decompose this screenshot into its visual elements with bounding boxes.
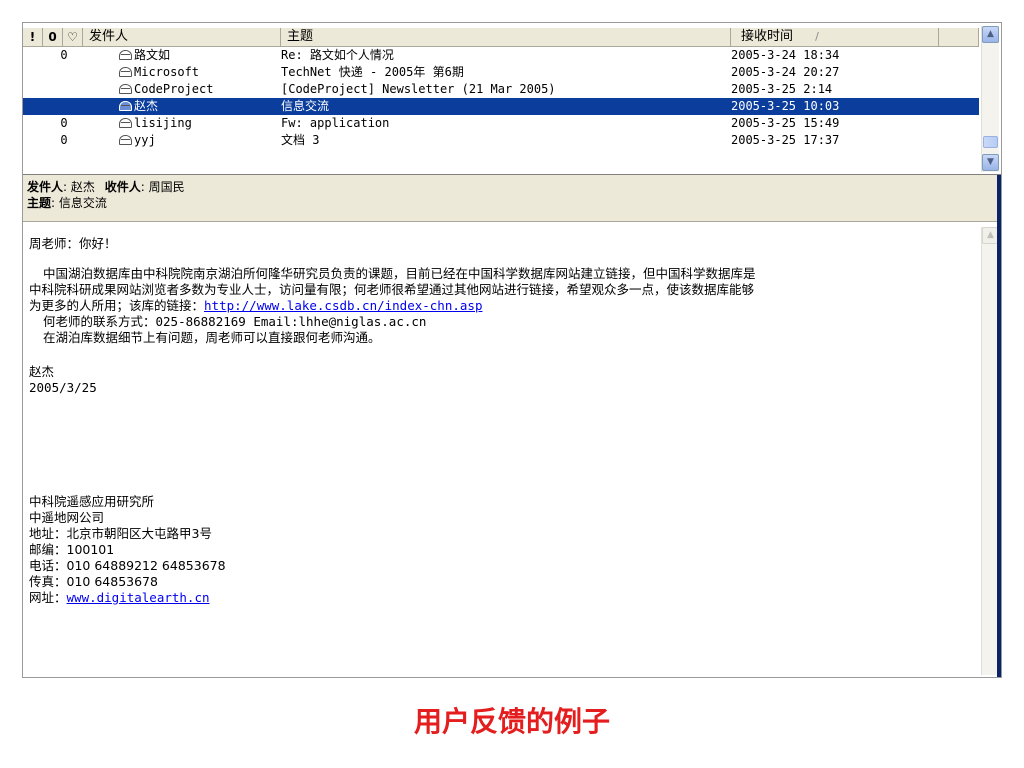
body-greeting: 周老师：你好！: [29, 236, 117, 251]
preview-from-line: 发件人: 赵杰 收件人: 周国民: [27, 179, 997, 195]
lake-database-link[interactable]: http://www.lake.csdb.cn/index-chn.asp: [204, 298, 482, 313]
envelope-read-icon: [119, 84, 132, 94]
flag-icon: ♡: [67, 30, 78, 44]
phone-line: 电话：010 64889212 64853678: [29, 558, 226, 573]
subject-column-header[interactable]: 主题: [281, 28, 731, 46]
envelope-read-icon: [119, 135, 132, 145]
website-label: 网址：: [29, 590, 67, 605]
message-list-header: ! 0 ♡ 发件人 主题 接收时间 /: [23, 27, 979, 47]
body-contact-line: 何老师的联系方式：025-86882169 Email:lhhe@niglas.…: [43, 314, 427, 329]
row-from: lisijing: [119, 115, 279, 132]
envelope-read-icon: [119, 67, 132, 77]
row-date: 2005-3-24 18:34: [731, 48, 840, 62]
message-row-6[interactable]: 0 yyj 文档 3 2005-3-25 17:37: [23, 132, 979, 149]
slide-caption: 用户反馈的例子: [413, 705, 610, 738]
from-sep: :: [63, 180, 68, 194]
received-column-header[interactable]: 接收时间 /: [731, 28, 939, 46]
row-date: 2005-3-24 20:27: [731, 65, 840, 79]
message-list: ! 0 ♡ 发件人 主题 接收时间 / 0 路文如 Re: 路文如个人情况 20…: [23, 23, 1001, 174]
envelope-read-icon: [119, 118, 132, 128]
message-list-scrollbar[interactable]: ▲ ▼: [981, 26, 999, 172]
website-link[interactable]: www.digitalearth.cn: [67, 590, 210, 605]
row-from-text: yyj: [134, 133, 156, 147]
row-attachment-icon: 0: [60, 133, 68, 147]
row-subject: 信息交流: [281, 99, 330, 113]
row-from: CodeProject: [119, 81, 279, 98]
preview-header: 发件人: 赵杰 收件人: 周国民 主题: 信息交流: [23, 174, 1001, 222]
row-from-text: CodeProject: [134, 82, 214, 96]
priority-column-header[interactable]: !: [23, 28, 43, 46]
envelope-read-icon: [119, 50, 132, 60]
row-date: 2005-3-25 10:03: [731, 99, 840, 113]
body-para1-line3: 为更多的人所用；该库的链接：http://www.lake.csdb.cn/in…: [29, 298, 979, 314]
scroll-up-button[interactable]: ▲: [982, 26, 999, 43]
body-note-line: 在湖泊库数据细节上有问题，周老师可以直接跟何老师沟通。: [43, 330, 381, 345]
subject-value: 信息交流: [58, 196, 107, 210]
message-body: 周老师：你好！ 中国湖泊数据库由中科院院南京湖泊所何隆华研究员负责的课题，目前已…: [23, 226, 979, 676]
row-subject: Fw: application: [281, 116, 390, 130]
row-attachment-icon: 0: [60, 116, 68, 130]
sort-indicator-icon: /: [815, 30, 819, 43]
from-label: 发件人: [27, 180, 64, 194]
row-date: 2005-3-25 15:49: [731, 116, 840, 130]
fax-line: 传真：010 64853678: [29, 574, 158, 589]
extra-column-header[interactable]: [939, 28, 979, 46]
website-line: 网址：www.digitalearth.cn: [29, 590, 979, 606]
to-value: 周国民: [148, 180, 185, 194]
row-attachment-icon: 0: [60, 48, 68, 62]
row-from-text: 赵杰: [134, 99, 159, 113]
row-subject: Re: 路文如个人情况: [281, 48, 394, 62]
mail-client-window: ! 0 ♡ 发件人 主题 接收时间 / 0 路文如 Re: 路文如个人情况 20…: [22, 22, 1002, 678]
to-sep: :: [140, 180, 145, 194]
received-header-label: 接收时间: [741, 29, 794, 44]
row-date: 2005-3-25 17:37: [731, 133, 840, 147]
scroll-down-button[interactable]: ▼: [982, 154, 999, 171]
row-subject: 文档 3: [281, 133, 320, 147]
envelope-replied-icon: [119, 101, 132, 111]
row-from: 路文如: [119, 47, 279, 64]
body-para1-line3-text: 为更多的人所用；该库的链接：: [29, 298, 205, 313]
message-row-4-selected[interactable]: 赵杰 信息交流 2005-3-25 10:03: [23, 98, 979, 115]
attachment-column-header[interactable]: 0: [43, 28, 63, 46]
from-header-label: 发件人: [89, 29, 129, 44]
body-para1-line1: 中国湖泊数据库由中科院院南京湖泊所何隆华研究员负责的课题，目前已经在中国科学数据…: [43, 266, 756, 281]
row-subject: TechNet 快递 - 2005年 第6期: [281, 65, 464, 79]
from-value: 赵杰: [70, 180, 95, 194]
row-from: Microsoft: [119, 64, 279, 81]
row-from: yyj: [119, 132, 279, 149]
row-from-text: Microsoft: [134, 65, 200, 79]
subject-sep: :: [51, 196, 56, 210]
flag-column-header[interactable]: ♡: [63, 28, 83, 46]
window-edge-bar: [997, 175, 1001, 677]
signature-date: 2005/3/25: [29, 380, 97, 395]
from-column-header[interactable]: 发件人: [83, 28, 281, 46]
message-row-1[interactable]: 0 路文如 Re: 路文如个人情况 2005-3-24 18:34: [23, 47, 979, 64]
subject-header-label: 主题: [287, 29, 314, 44]
row-from-text: 路文如: [134, 48, 171, 62]
address-line: 地址：北京市朝阳区大屯路甲3号: [29, 526, 212, 541]
row-from: 赵杰: [119, 98, 279, 115]
preview-subject-line: 主题: 信息交流: [27, 195, 997, 211]
row-from-text: lisijing: [134, 116, 192, 130]
to-label: 收件人: [104, 180, 141, 194]
message-rows: 0 路文如 Re: 路文如个人情况 2005-3-24 18:34 Micros…: [23, 47, 979, 149]
signature-name: 赵杰: [29, 364, 55, 379]
message-row-5[interactable]: 0 lisijing Fw: application 2005-3-25 15:…: [23, 115, 979, 132]
org-line-1: 中科院遥感应用研究所: [29, 494, 155, 509]
message-row-3[interactable]: CodeProject [CodeProject] Newsletter (21…: [23, 81, 979, 98]
message-row-2[interactable]: Microsoft TechNet 快递 - 2005年 第6期 2005-3-…: [23, 64, 979, 81]
body-para1-line2: 中科院科研成果网站浏览者多数为专业人士，访问量有限；何老师很希望通过其他网站进行…: [29, 282, 755, 297]
postcode-line: 邮编：100101: [29, 542, 115, 557]
scroll-thumb[interactable]: [983, 136, 998, 148]
row-subject: [CodeProject] Newsletter (21 Mar 2005): [281, 82, 556, 96]
priority-icon: !: [29, 30, 36, 44]
org-line-2: 中遥地网公司: [29, 510, 105, 525]
subject-label: 主题: [27, 196, 52, 210]
attachment-icon: 0: [48, 30, 57, 44]
row-date: 2005-3-25 2:14: [731, 82, 833, 96]
